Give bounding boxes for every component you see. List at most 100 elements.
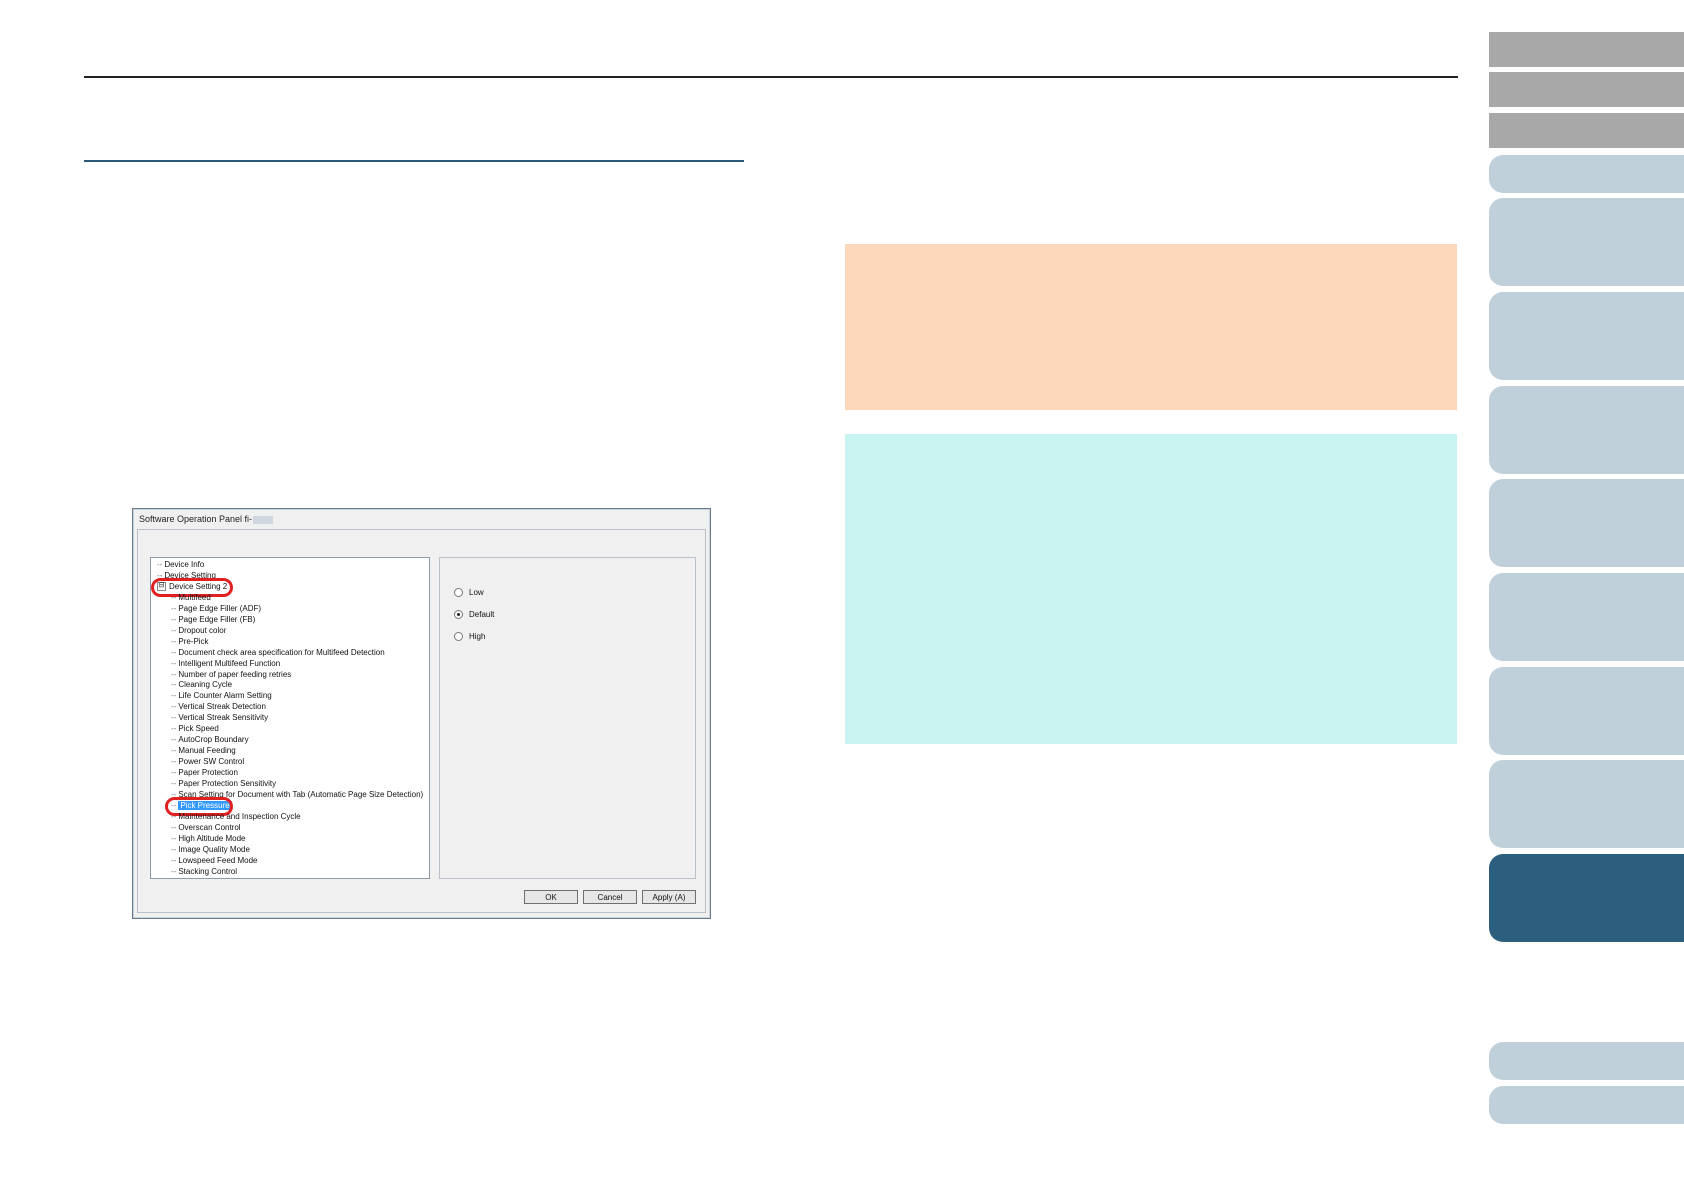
tree-item[interactable]: -- Cleaning Cycle [171, 680, 232, 690]
tree-item-label: AutoCrop Boundary [178, 735, 249, 745]
tree-item-label: Page Edge Filler (FB) [178, 614, 256, 624]
tree-item[interactable]: -- AutoCrop Boundary [171, 735, 249, 745]
tree-connector: -- [171, 866, 177, 876]
side-tab-8[interactable] [1489, 479, 1684, 567]
dialog-title: Software Operation Panel fi- [139, 514, 253, 524]
tree-item-label: Image Quality Mode [178, 844, 250, 854]
tree-item[interactable]: -- Page Edge Filler (ADF) [171, 604, 261, 614]
tree-connector: -- [171, 779, 177, 788]
radio-high-label: High [469, 632, 486, 641]
tree-connector: -- [171, 680, 177, 690]
side-tab-4[interactable] [1489, 155, 1684, 193]
tree-item[interactable]: -- Power SW Control [171, 757, 244, 767]
tree-item[interactable]: -- Page Edge Filler (FB) [171, 615, 255, 625]
cancel-button[interactable]: Cancel [583, 890, 637, 904]
section-title-rule [84, 160, 744, 162]
radio-button-icon[interactable] [454, 632, 463, 641]
tree-item[interactable]: -- Vertical Streak Detection [171, 702, 266, 712]
tree-item[interactable]: -- Paper Protection Sensitivity [171, 779, 276, 789]
tree-connector: -- [171, 724, 177, 734]
tree-item[interactable]: -- Paper Protection [171, 768, 238, 778]
side-tab-2[interactable] [1489, 72, 1684, 107]
tree-item-label: Paper Protection [178, 768, 238, 778]
radio-default-label: Default [469, 610, 495, 619]
ok-button[interactable]: OK [524, 890, 578, 904]
tree-connector: -- [171, 855, 177, 865]
side-tab-11[interactable] [1489, 760, 1684, 848]
side-tab-3[interactable] [1489, 113, 1684, 148]
tree-item-label: Stacking Control [178, 866, 238, 876]
tree-item-label: High Altitude Mode [178, 833, 246, 843]
tree-item[interactable]: -- Overscan Control [171, 823, 241, 833]
tree-connector: -- [171, 746, 177, 756]
attention-box [845, 244, 1457, 410]
radio-button-icon[interactable] [454, 610, 463, 619]
tree-connector: -- [171, 757, 177, 767]
tree-item[interactable]: -- Dropout color [171, 626, 226, 636]
model-name-redacted [253, 515, 274, 524]
tree-item-label: Page Edge Filler (ADF) [178, 603, 262, 613]
radio-button-icon[interactable] [454, 588, 463, 597]
tree-connector: -- [171, 592, 177, 602]
tree-item-label: Power SW Control [178, 757, 245, 767]
tree-item-label: Number of paper feeding retries [178, 669, 292, 679]
tree-connector: -- [171, 658, 177, 668]
side-tab-5[interactable] [1489, 198, 1684, 286]
radio-high[interactable]: High [454, 632, 485, 641]
tree-item-label: Vertical Streak Detection [178, 702, 266, 712]
tree-item[interactable]: -- Document check area specification for … [171, 648, 385, 658]
tree-item-label: Multifeed [178, 592, 211, 602]
tree-item[interactable]: -- High Altitude Mode [171, 834, 245, 844]
tree-item-label: Paper Protection Sensitivity [178, 779, 277, 788]
tree-item[interactable]: -- Maintenance and Inspection Cycle [171, 812, 301, 822]
tree-item[interactable]: -- Pre-Pick [171, 637, 209, 647]
tree-item-label: Lowspeed Feed Mode [178, 855, 258, 865]
tree-item-label: Maintenance and Inspection Cycle [178, 811, 301, 821]
tree-item[interactable]: -- Pick Speed [171, 724, 219, 734]
tree-connector: -- [171, 713, 177, 723]
tree-connector: -- [171, 768, 177, 778]
tree-item-label: Manual Feeding [178, 746, 236, 756]
tree-connector: -- [171, 844, 177, 854]
side-tab-13[interactable] [1489, 1086, 1684, 1124]
tree-item[interactable]: -- Image Quality Mode [171, 845, 250, 855]
tree-item-label: Overscan Control [178, 822, 241, 832]
tree-item[interactable]: -- Intelligent Multifeed Function [171, 659, 280, 669]
tree-connector: -- [171, 702, 177, 712]
tree-item-label: Document check area specification for Mu… [178, 647, 385, 657]
tree-item[interactable]: -- Number of paper feeding retries [171, 670, 291, 680]
tree-connector: -- [171, 603, 177, 613]
dialog-title-bar: Software Operation Panel fi- [139, 514, 274, 524]
tree-item[interactable]: -- Lowspeed Feed Mode [171, 856, 258, 866]
side-tab-7[interactable] [1489, 386, 1684, 474]
tree-connector: -- [171, 614, 177, 624]
radio-low-label: Low [469, 588, 484, 597]
settings-tree[interactable]: -- Device Info -- Device Setting ⊟ Device Set… [150, 557, 430, 879]
pick-pressure-options-panel: Low Default High [439, 557, 696, 879]
apply-button[interactable]: Apply (A) [642, 890, 696, 904]
tree-connector: -- [171, 811, 177, 821]
tree-connector: -- [171, 647, 177, 657]
side-tab-active[interactable] [1489, 854, 1684, 942]
tree-connector: -- [171, 735, 177, 745]
tree-connector: -- [171, 691, 177, 701]
tree-item[interactable]: -- Life Counter Alarm Setting [171, 691, 272, 701]
radio-low[interactable]: Low [454, 588, 484, 597]
radio-default[interactable]: Default [454, 610, 494, 619]
side-tab-6[interactable] [1489, 292, 1684, 380]
tree-connector: -- [171, 669, 177, 679]
tree-item[interactable]: -- Device Info [157, 560, 204, 570]
tree-item[interactable]: -- Manual Feeding [171, 746, 236, 756]
side-tab-12[interactable] [1489, 1042, 1684, 1080]
tree-item-label: Intelligent Multifeed Function [178, 658, 281, 668]
tree-item[interactable]: -- Multifeed [171, 593, 211, 603]
side-tab-10[interactable] [1489, 667, 1684, 755]
tree-item-label: Device Info [164, 560, 205, 569]
side-tab-1[interactable] [1489, 32, 1684, 67]
tree-connector: -- [171, 625, 177, 635]
tree-item[interactable]: -- Stacking Control [171, 867, 237, 877]
tree-item-label: Vertical Streak Sensitivity [178, 713, 269, 723]
side-tab-9[interactable] [1489, 573, 1684, 661]
tree-item-label: Cleaning Cycle [178, 680, 233, 690]
tree-item[interactable]: -- Vertical Streak Sensitivity [171, 713, 268, 723]
